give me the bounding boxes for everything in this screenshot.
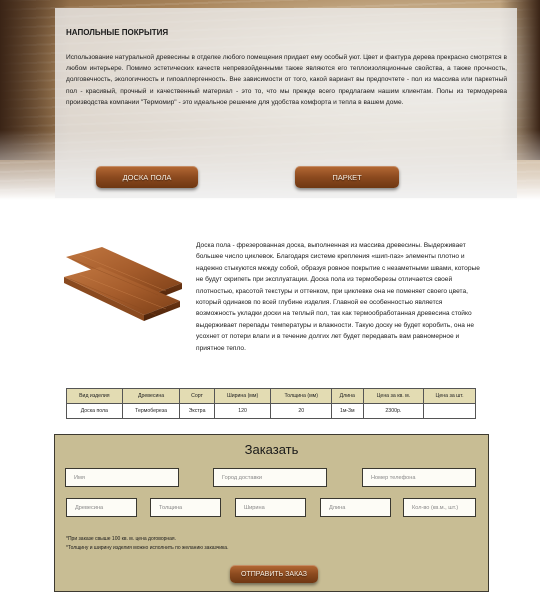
order-note-price: *При заказе свыше 100 кв. м. цена догово… bbox=[66, 536, 177, 542]
parquet-button[interactable]: ПАРКЕТ bbox=[295, 166, 399, 188]
table-header-cell: Вид изделия bbox=[66, 388, 123, 404]
table-header-cell: Цена за шт. bbox=[423, 388, 476, 404]
table-cell: 1м-3м bbox=[330, 403, 364, 419]
table-cell: 20 bbox=[270, 403, 332, 419]
product-description: Доска пола - фрезерованная доска, выполн… bbox=[196, 242, 480, 352]
table-cell: 120 bbox=[213, 403, 272, 419]
table-cell: Термобереза bbox=[121, 403, 181, 419]
table-header-cell: Ширина (мм) bbox=[213, 388, 272, 404]
table-header-cell: Сорт bbox=[179, 388, 215, 404]
name-field[interactable]: Имя bbox=[65, 468, 179, 487]
width-field[interactable]: Ширина bbox=[235, 498, 306, 517]
table-header-cell: Древесина bbox=[121, 388, 181, 404]
table-cell: Доска пола bbox=[66, 403, 123, 419]
table-header-cell: Цена за кв. м. bbox=[362, 388, 425, 404]
quantity-field[interactable]: Кол-во (кв.м., шт.) bbox=[403, 498, 476, 517]
order-title: Заказать bbox=[244, 442, 299, 457]
city-field[interactable]: Город доставки bbox=[213, 468, 327, 487]
intro-text: Использование натуральной древесины в от… bbox=[66, 54, 507, 106]
floor-board-button[interactable]: ДОСКА ПОЛА bbox=[96, 166, 198, 188]
table-cell bbox=[423, 403, 476, 419]
table-cell: 2300р. bbox=[362, 403, 425, 419]
phone-field[interactable]: Номер телефона bbox=[362, 468, 476, 487]
wood-field[interactable]: Древесина bbox=[66, 498, 137, 517]
spec-table: Вид изделия Древесина Сорт Ширина (мм) Т… bbox=[66, 388, 476, 419]
submit-order-button[interactable]: ОТПРАВИТЬ ЗАКАЗ bbox=[230, 565, 318, 583]
wood-plank-image bbox=[62, 243, 186, 325]
length-field[interactable]: Длина bbox=[320, 498, 391, 517]
page-title: НАПОЛЬНЫЕ ПОКРЫТИЯ bbox=[66, 28, 169, 37]
order-note-size: *Толщину и ширину изделия можно исполнит… bbox=[66, 545, 229, 551]
table-header-cell: Длина bbox=[330, 388, 364, 404]
thickness-field[interactable]: Толщина bbox=[150, 498, 221, 517]
table-cell: Экстра bbox=[179, 403, 215, 419]
table-row: Доска пола Термобереза Экстра 120 20 1м-… bbox=[66, 403, 476, 419]
table-header-cell: Толщина (мм) bbox=[270, 388, 332, 404]
table-header-row: Вид изделия Древесина Сорт Ширина (мм) Т… bbox=[66, 388, 476, 404]
